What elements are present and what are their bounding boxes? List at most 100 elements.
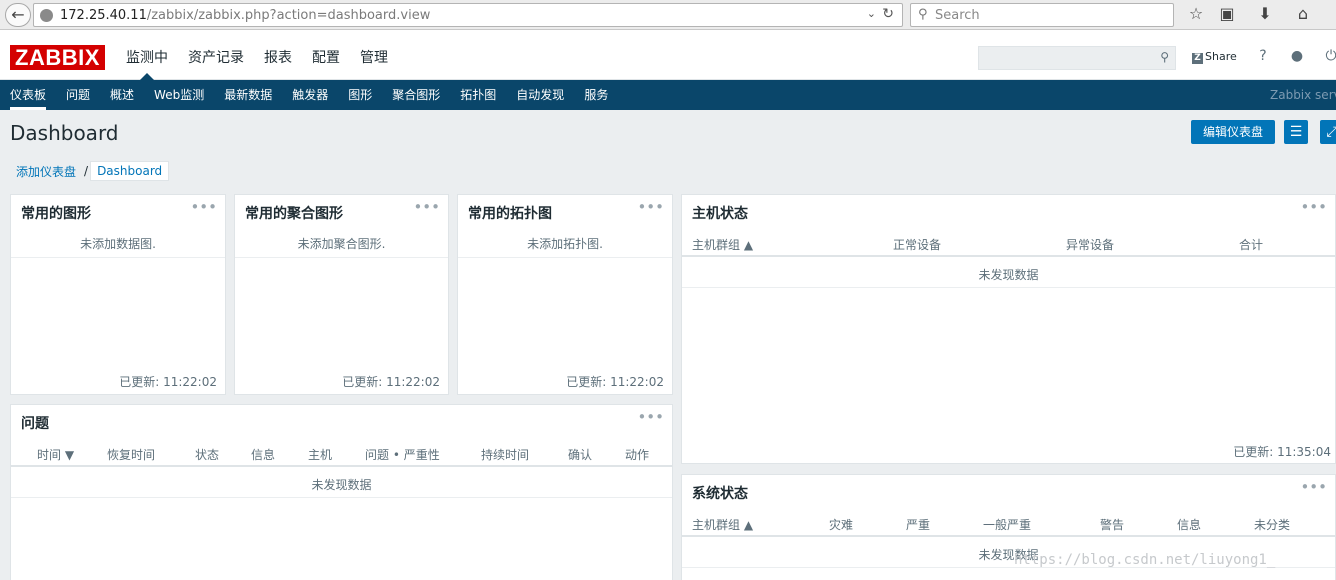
page-title: Dashboard [10,121,119,145]
more-dots-icon[interactable]: ••• [637,198,664,216]
menu-monitoring[interactable]: 监测中 [116,30,178,80]
global-search-input[interactable]: ⚲ [978,46,1176,70]
submenu-overview[interactable]: 概述 [100,80,144,110]
sub-menu: 仪表板 问题 概述 Web监测 最新数据 触发器 图形 聚合图形 拓扑图 自动发… [0,80,1336,110]
divider [11,497,672,498]
column-disaster: 灾难 [829,518,854,532]
column-not-classified: 未分类 [1254,518,1291,532]
column-warning: 警告 [1100,518,1125,532]
submenu-triggers[interactable]: 触发器 [282,80,338,110]
breadcrumb: 添加仪表盘 / Dashboard [10,160,170,182]
help-icon[interactable]: ? [1254,48,1272,64]
widget-title: 问题 [21,416,49,432]
column-host-group[interactable]: 主机群组 ▲ [692,236,753,253]
column-information: 信息 [1177,518,1202,532]
share-label: Share [1205,50,1237,63]
clipboard-icon[interactable]: ▣ [1216,4,1238,23]
column-recovery-time: 恢复时间 [107,448,156,462]
column-total: 合计 [1239,238,1264,252]
reload-icon[interactable]: ↻ [882,6,894,22]
edit-dashboard-button[interactable]: 编辑仪表盘 [1191,120,1275,144]
server-name: Zabbix serve [1270,88,1336,102]
column-ok: 正常设备 [893,238,942,252]
empty-message: 未添加聚合图形. [297,237,386,251]
search-icon[interactable]: ⚲ [1160,50,1169,64]
widget-title: 常用的聚合图形 [245,206,343,222]
more-dots-icon[interactable]: ••• [1300,478,1327,496]
widget-title: 常用的图形 [21,206,91,222]
widget-title: 系统状态 [692,486,748,502]
dropdown-icon[interactable]: ⌄ [867,7,876,20]
empty-message: 未添加数据图. [80,237,156,251]
back-arrow-icon[interactable]: ← [5,3,31,27]
home-icon[interactable]: ⌂ [1292,4,1314,23]
user-icon[interactable]: ● [1288,48,1306,64]
column-host: 主机 [308,448,333,462]
updated-time: 已更新: 11:22:02 [342,375,440,389]
share-button[interactable]: Z Share [1192,50,1237,64]
submenu-dashboard[interactable]: 仪表板 [0,80,56,110]
column-problem: 异常设备 [1066,238,1115,252]
search-placeholder: Search [935,8,980,23]
more-dots-icon[interactable]: ••• [1300,198,1327,216]
fullscreen-icon[interactable]: ⤢ [1320,120,1336,144]
submenu-latest-data[interactable]: 最新数据 [214,80,282,110]
breadcrumb-dashboards[interactable]: 添加仪表盘 [10,163,82,180]
divider [682,287,1335,288]
submenu-screens[interactable]: 聚合图形 [382,80,450,110]
breadcrumb-current[interactable]: Dashboard [90,161,170,181]
power-icon[interactable]: ⏻ [1322,48,1336,64]
menu-inventory[interactable]: 资产记录 [178,30,254,80]
url-text: 172.25.40.11/zabbix/zabbix.php?action=da… [60,8,431,23]
divider [11,257,225,258]
updated-time: 已更新: 11:22:02 [566,375,664,389]
widget-favourite-maps: 常用的拓扑图 ••• 未添加拓扑图. 已更新: 11:22:02 [457,194,673,395]
table-header: 时间 ▼ 恢复时间 状态 信息 主机 问题 • 严重性 持续时间 确认 动作 [11,441,672,467]
search-icon: ⚲ [918,7,928,22]
submenu-maps[interactable]: 拓扑图 [450,80,506,110]
empty-message: 未发现数据 [311,478,372,492]
submenu-services[interactable]: 服务 [574,80,618,110]
share-icon: Z [1192,53,1203,64]
address-bar[interactable]: 172.25.40.11/zabbix/zabbix.php?action=da… [33,3,903,27]
updated-time: 已更新: 11:22:02 [119,375,217,389]
breadcrumb-separator: / [84,164,89,178]
zabbix-logo[interactable]: ZABBIX [10,45,105,70]
download-icon[interactable]: ⬇ [1254,4,1276,23]
menu-reports[interactable]: 报表 [254,30,302,80]
browser-search-input[interactable]: ⚲ Search [910,3,1174,27]
column-time[interactable]: 时间 ▼ [37,446,74,463]
submenu-graphs[interactable]: 图形 [338,80,382,110]
divider [235,257,448,258]
widget-title: 常用的拓扑图 [468,206,552,222]
updated-time: 已更新: 11:35:04 [1233,445,1331,459]
table-header: 主机群组 ▲ 灾难 严重 一般严重 警告 信息 未分类 [682,511,1335,537]
empty-message: 未添加拓扑图. [527,237,603,251]
globe-icon [40,9,53,22]
star-icon[interactable]: ☆ [1185,4,1207,23]
widget-problems: 问题 ••• 时间 ▼ 恢复时间 状态 信息 主机 问题 • 严重性 持续时间 … [10,404,673,580]
widget-favourite-screens: 常用的聚合图形 ••• 未添加聚合图形. 已更新: 11:22:02 [234,194,449,395]
widget-title: 主机状态 [692,206,748,222]
more-dots-icon[interactable]: ••• [190,198,217,216]
column-average: 一般严重 [983,518,1032,532]
menu-administration[interactable]: 管理 [350,30,398,80]
more-dots-icon[interactable]: ••• [413,198,440,216]
widget-favourite-graphs: 常用的图形 ••• 未添加数据图. 已更新: 11:22:02 [10,194,226,395]
column-info: 信息 [251,448,276,462]
column-status: 状态 [195,448,220,462]
submenu-web[interactable]: Web监测 [144,80,214,110]
column-host-group[interactable]: 主机群组 ▲ [692,516,753,533]
column-ack: 确认 [568,448,593,462]
submenu-discovery[interactable]: 自动发现 [506,80,574,110]
table-header: 主机群组 ▲ 正常设备 异常设备 合计 [682,231,1335,257]
empty-message: 未发现数据 [978,268,1039,282]
submenu-problems[interactable]: 问题 [56,80,100,110]
column-duration: 持续时间 [481,448,530,462]
main-menu: 监测中 资产记录 报表 配置 管理 [116,30,398,80]
more-dots-icon[interactable]: ••• [637,408,664,426]
menu-configuration[interactable]: 配置 [302,30,350,80]
widget-host-status: 主机状态 ••• 主机群组 ▲ 正常设备 异常设备 合计 未发现数据 已更新: … [681,194,1336,464]
menu-icon[interactable]: ☰ [1284,120,1308,144]
watermark: https://blog.csdn.net/liuyong1_ [1014,552,1276,568]
